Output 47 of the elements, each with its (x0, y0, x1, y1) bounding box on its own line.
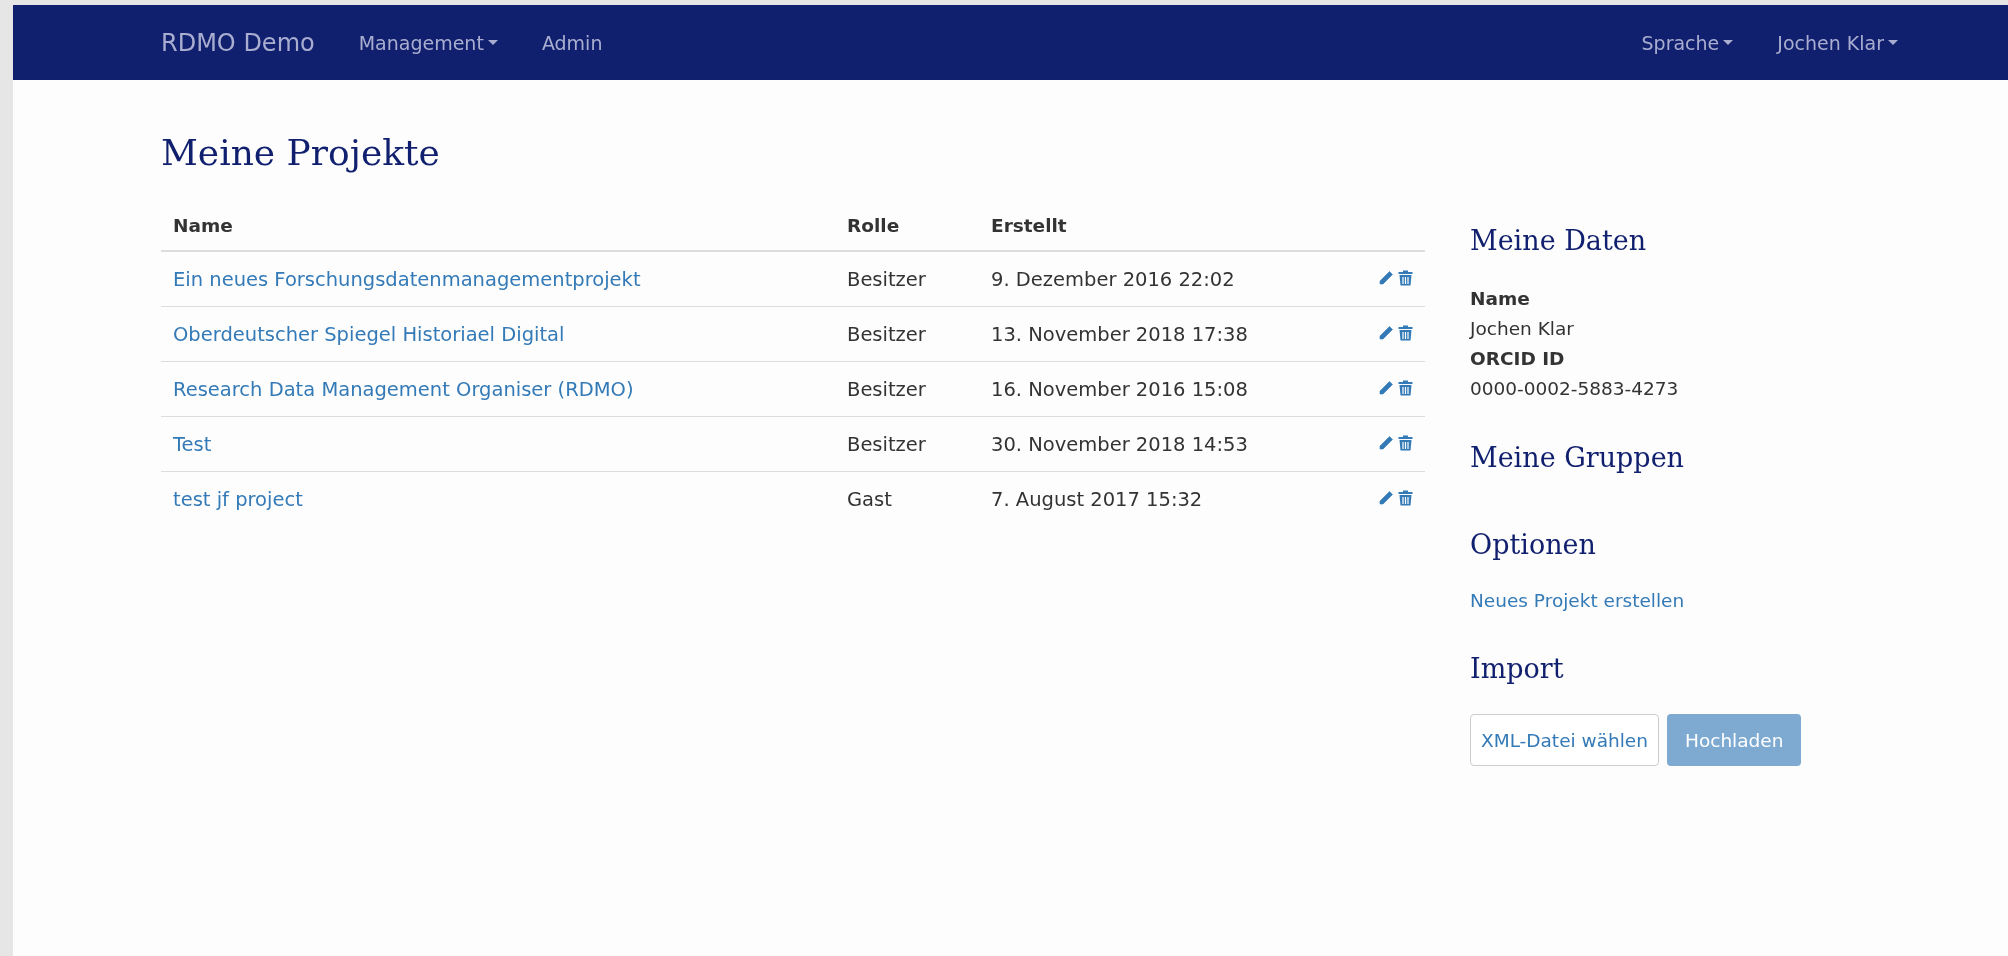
trash-icon[interactable] (1398, 379, 1413, 396)
project-link[interactable]: Test (173, 432, 212, 456)
created-date: 9. Dezember 2016 22:02 (991, 267, 1235, 291)
pencil-icon[interactable] (1378, 324, 1394, 341)
caret-icon (487, 40, 498, 45)
role-text: Besitzer (847, 377, 926, 401)
trash-icon[interactable] (1398, 269, 1413, 286)
field-value: 0000-0002-5883-4273 (1470, 377, 1680, 401)
nav-link[interactable]: Jochen Klar (1777, 31, 1898, 54)
brand-link[interactable]: RDMO Demo (161, 28, 315, 57)
role-text: Besitzer (847, 322, 926, 346)
nav-link[interactable]: Sprache (1641, 31, 1734, 54)
trash-icon[interactable] (1398, 489, 1413, 506)
section-heading: Meine Daten (1470, 225, 1648, 256)
section-heading: Import (1470, 653, 1565, 684)
column-header: Rolle (835, 209, 979, 251)
nav-link[interactable]: Admin (541, 31, 603, 54)
column-header: Name (161, 209, 835, 251)
create-project-link[interactable]: Neues Projekt erstellen (1470, 590, 1685, 611)
created-date: 30. November 2018 14:53 (991, 432, 1248, 456)
created-date: 7. August 2017 15:32 (991, 487, 1203, 511)
created-date: 16. November 2016 15:08 (991, 377, 1248, 401)
pencil-icon[interactable] (1378, 434, 1394, 451)
project-link[interactable]: Research Data Management Organiser (RDMO) (173, 377, 634, 401)
field-label: Name (1470, 287, 1531, 311)
project-link[interactable]: Ein neues Forschungsdatenmanagementprojekt (173, 267, 641, 291)
column-header: Erstellt (979, 209, 1348, 251)
created-date: 13. November 2018 17:38 (991, 322, 1248, 346)
pencil-icon[interactable] (1378, 489, 1394, 506)
trash-icon[interactable] (1398, 324, 1413, 341)
trash-icon[interactable] (1398, 434, 1413, 451)
pencil-icon[interactable] (1378, 379, 1394, 396)
project-link[interactable]: Oberdeutscher Spiegel Historiael Digital (173, 322, 565, 346)
nav-link[interactable]: Management (358, 31, 498, 54)
caret-icon (1723, 40, 1734, 45)
page-title: Meine Projekte (161, 131, 441, 175)
section-heading: Optionen (1470, 529, 1597, 560)
file-select-button[interactable]: XML-Datei wählen (1470, 714, 1659, 766)
section-heading: Meine Gruppen (1470, 442, 1685, 473)
project-link[interactable]: test jf project (173, 487, 303, 511)
field-value: Jochen Klar (1470, 317, 1575, 341)
role-text: Besitzer (847, 432, 926, 456)
field-label: ORCID ID (1470, 347, 1566, 371)
role-text: Besitzer (847, 267, 926, 291)
role-text: Gast (847, 487, 892, 511)
pencil-icon[interactable] (1378, 269, 1394, 286)
caret-icon (1888, 40, 1898, 45)
